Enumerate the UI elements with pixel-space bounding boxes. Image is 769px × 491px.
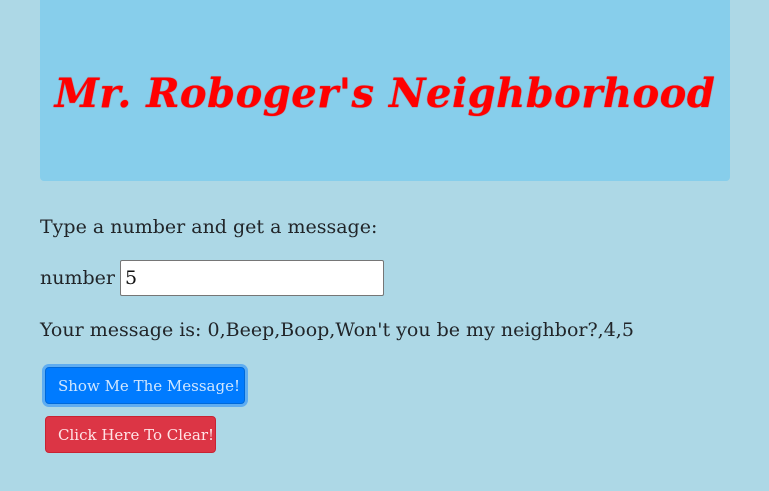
header-jumbotron: Mr. Roboger's Neighborhood: [40, 0, 730, 181]
show-message-button[interactable]: Show Me The Message!: [45, 367, 245, 404]
result-label: Your message is:: [40, 319, 202, 341]
number-input[interactable]: [119, 260, 384, 296]
number-label: number: [40, 267, 115, 289]
clear-button[interactable]: Click Here To Clear!: [45, 416, 216, 453]
form-prompt: Type a number and get a message:: [40, 216, 378, 238]
page-title: Mr. Roboger's Neighborhood: [54, 70, 716, 117]
result-value: 0,Beep,Boop,Won't you be my neighbor?,4,…: [207, 319, 634, 341]
result-message: Your message is: 0,Beep,Boop,Won't you b…: [40, 319, 634, 341]
number-field-row: number: [40, 260, 384, 296]
